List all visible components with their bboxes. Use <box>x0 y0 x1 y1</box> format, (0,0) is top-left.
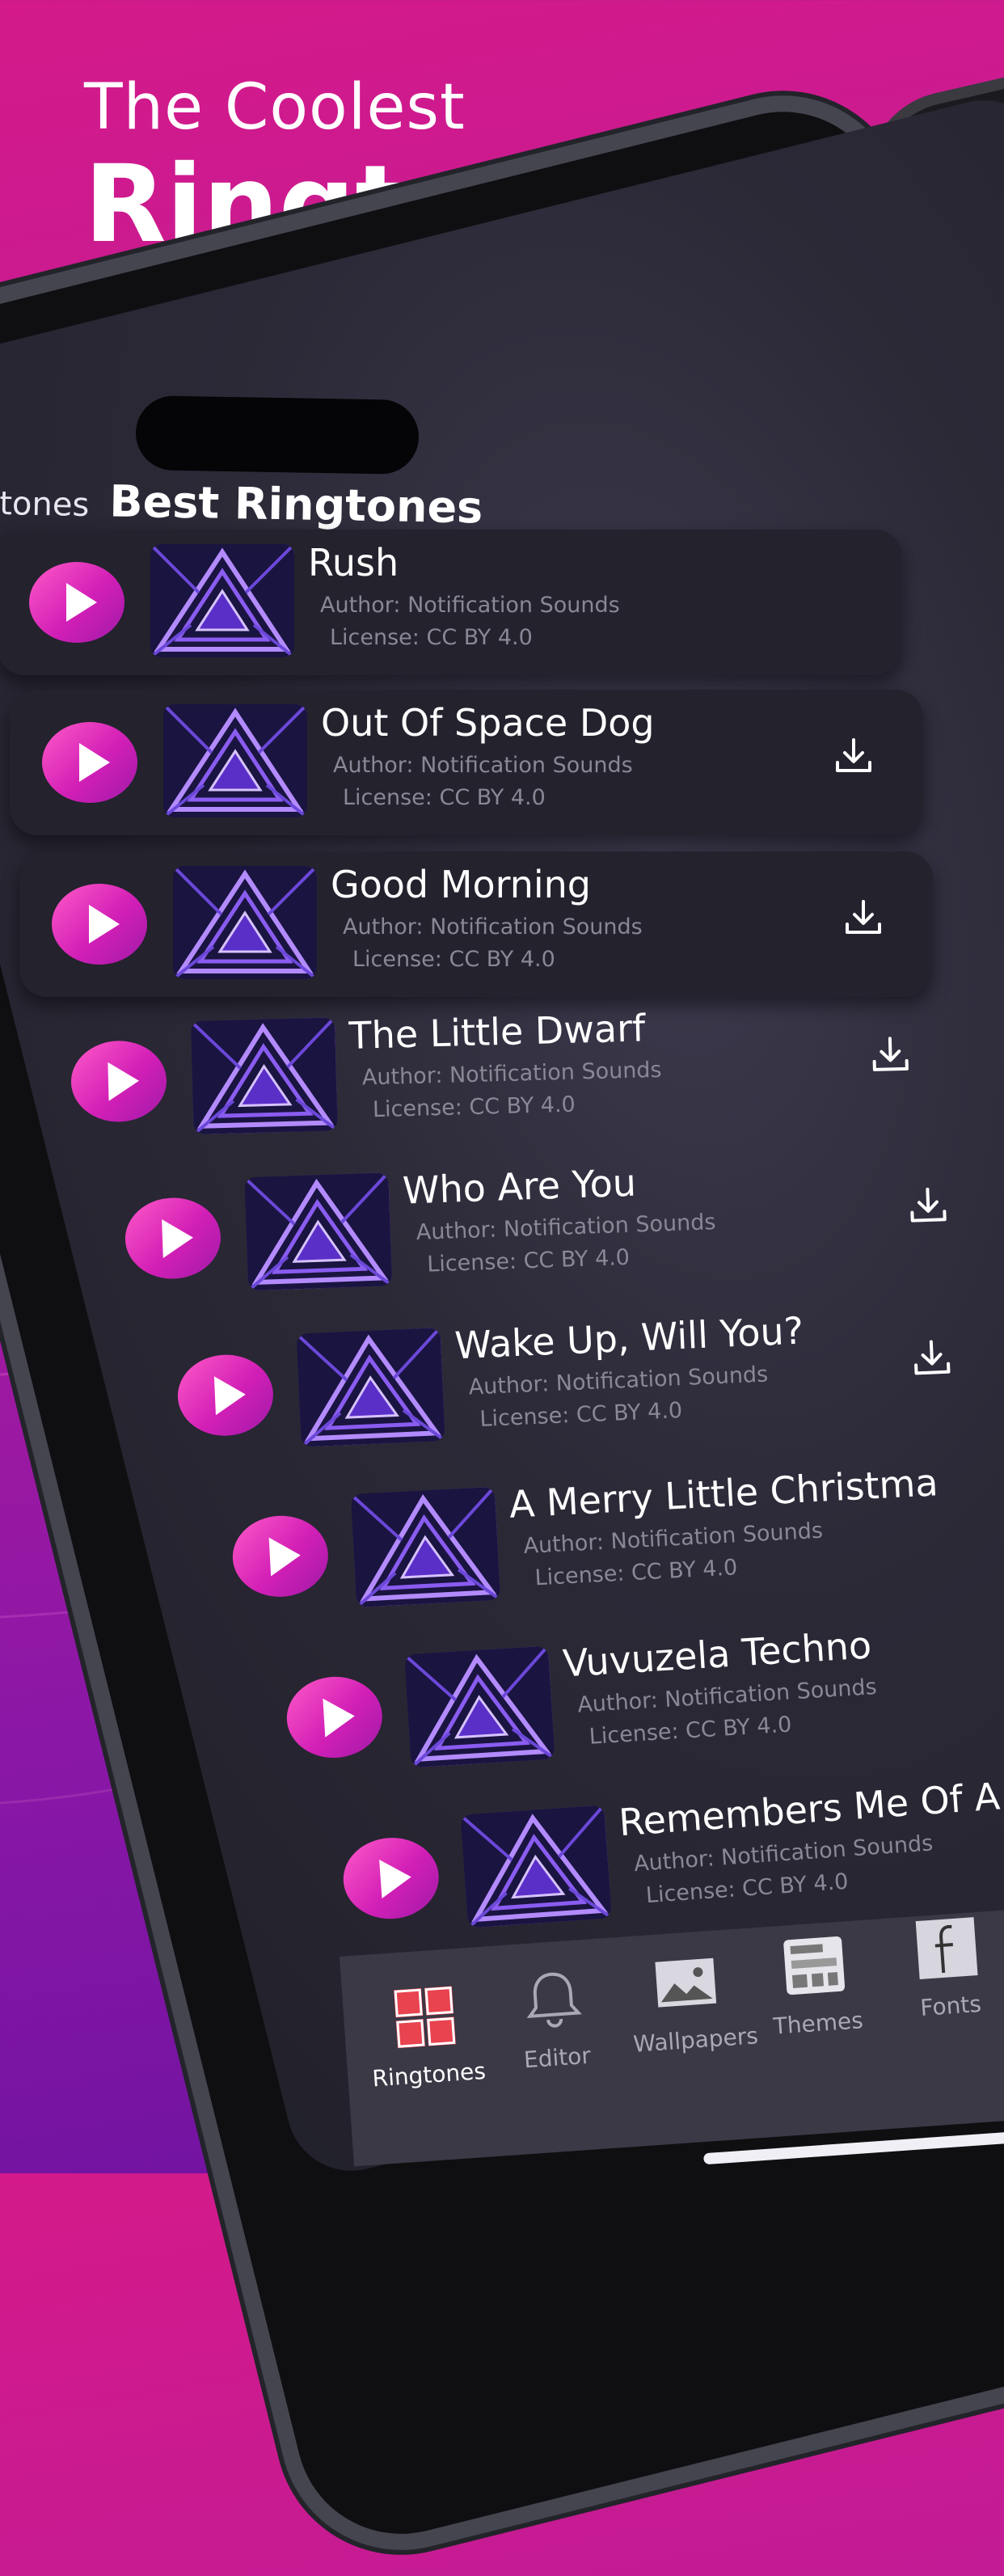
category-tabs: tones Best Ringtones <box>0 474 483 533</box>
grid-icon <box>394 1986 456 2049</box>
download-icon[interactable] <box>910 1336 954 1379</box>
tab-label: Ringtones <box>371 2057 487 2092</box>
ringtone-license: License: CC BY 4.0 <box>644 1869 850 1909</box>
tab-label: Fonts <box>919 1990 982 2022</box>
tab-ringtones[interactable]: Ringtones <box>366 1979 487 2092</box>
ringtone-title: A Merry Little Christma <box>508 1460 939 1527</box>
ringtone-row[interactable]: Out Of Space Dog Author: Notification Sou… <box>10 690 923 835</box>
dynamic-island <box>135 395 420 475</box>
ringtone-thumbnail <box>350 1486 501 1607</box>
ringtone-title: Out Of Space Dog <box>321 701 655 745</box>
ringtone-author: Author: Notification Sounds <box>468 1362 769 1400</box>
ringtone-license: License: CC BY 4.0 <box>343 785 546 810</box>
ringtone-title: Rush <box>308 541 399 585</box>
ringtone-title: Wake Up, Will You? <box>453 1308 805 1368</box>
ringtone-row[interactable]: Rush Author: Notification Sounds License: … <box>0 530 902 675</box>
font-icon <box>915 1917 978 1980</box>
tab-fonts[interactable]: Fonts <box>888 1911 1004 2023</box>
tab-previous-category[interactable]: tones <box>0 485 90 524</box>
ringtone-title: Who Are You <box>402 1160 637 1213</box>
play-button[interactable] <box>230 1513 331 1599</box>
tab-label: Wallpapers <box>632 2022 759 2058</box>
tab-label: Themes <box>772 2007 864 2040</box>
ringtone-thumbnail <box>173 866 317 979</box>
ringtone-license: License: CC BY 4.0 <box>479 1398 683 1432</box>
tab-wallpapers[interactable]: Wallpapers <box>627 1945 759 2058</box>
bell-icon <box>526 1972 582 2028</box>
ringtone-license: License: CC BY 4.0 <box>352 947 555 972</box>
play-button[interactable] <box>340 1835 442 1923</box>
play-button[interactable] <box>70 1039 168 1123</box>
widget-icon <box>783 1936 846 1995</box>
ringtone-author: Author: Notification Sounds <box>320 593 620 618</box>
ringtone-row[interactable]: The Little Dwarf Author: Notification Sou… <box>37 986 962 1156</box>
play-button[interactable] <box>175 1353 276 1438</box>
headline-line1: The Coolest <box>84 71 466 144</box>
ringtone-thumbnail <box>163 704 307 817</box>
download-icon[interactable] <box>833 735 875 777</box>
play-button[interactable] <box>29 562 124 643</box>
ringtone-thumbnail <box>244 1172 393 1291</box>
ringtone-thumbnail <box>460 1805 612 1928</box>
download-icon[interactable] <box>869 1033 912 1076</box>
ringtone-thumbnail <box>404 1645 555 1768</box>
tab-editor[interactable]: Editor <box>495 1962 615 2075</box>
image-icon <box>655 1957 717 2008</box>
ringtone-author: Author: Notification Sounds <box>522 1518 824 1560</box>
ringtone-title: Vuvuzela Techno <box>561 1623 873 1686</box>
ringtone-author: Author: Notification Sounds <box>333 753 633 778</box>
ringtone-title: Remembers Me Of A <box>617 1774 1002 1845</box>
tab-themes[interactable]: Themes <box>755 1928 875 2040</box>
download-icon[interactable] <box>906 1184 950 1227</box>
ringtone-thumbnail <box>296 1328 445 1447</box>
ringtone-license: License: CC BY 4.0 <box>372 1092 576 1123</box>
ringtone-row[interactable]: Good Morning Author: Notification Sounds L… <box>19 851 933 997</box>
play-button[interactable] <box>42 722 137 803</box>
play-button[interactable] <box>52 884 147 965</box>
ringtone-title: The Little Dwarf <box>348 1006 646 1058</box>
ringtone-license: License: CC BY 4.0 <box>588 1712 793 1750</box>
ringtone-title: Good Morning <box>331 863 591 906</box>
ringtone-author: Author: Notification Sounds <box>361 1057 662 1091</box>
download-icon[interactable] <box>842 897 884 939</box>
ringtone-license: License: CC BY 4.0 <box>330 625 533 650</box>
ringtone-license: License: CC BY 4.0 <box>534 1555 739 1591</box>
ringtone-thumbnail <box>191 1017 338 1135</box>
tab-label: Editor <box>522 2042 592 2074</box>
ringtone-author: Author: Notification Sounds <box>343 914 643 940</box>
play-button[interactable] <box>284 1674 385 1761</box>
ringtone-thumbnail <box>150 544 294 657</box>
ringtone-license: License: CC BY 4.0 <box>426 1244 631 1277</box>
play-button[interactable] <box>124 1196 222 1281</box>
tab-best-ringtones[interactable]: Best Ringtones <box>109 475 483 533</box>
ringtone-author: Author: Notification Sounds <box>416 1210 716 1246</box>
